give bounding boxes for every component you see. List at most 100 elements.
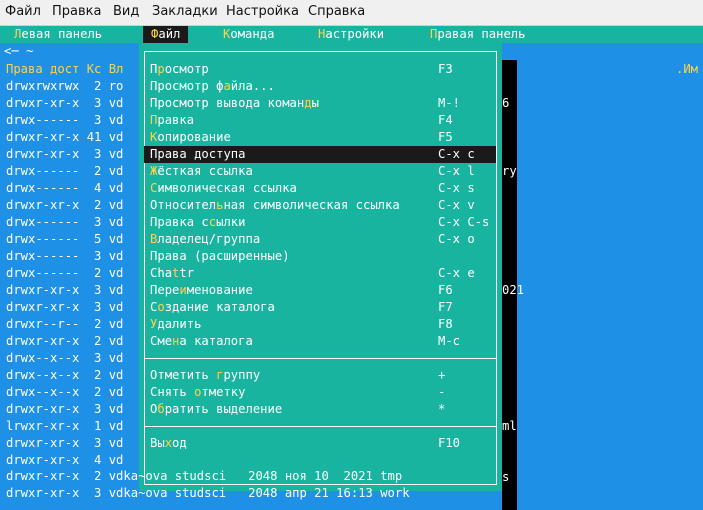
file-row[interactable]: drwxr-xr-x 3 vd — [6, 146, 123, 163]
app-menubar: Файл Правка Вид Закладки Настройка Справ… — [0, 0, 703, 26]
file-menu-item-label: Отметить группу — [150, 368, 261, 382]
file-row[interactable]: drwx------ 2 vd — [6, 163, 123, 180]
file-menu-item-label: Относительная символическая ссылка — [150, 198, 400, 212]
panel-header: Права дост Кс Вл — [6, 62, 124, 76]
panel-path: <─ ~ — [4, 44, 34, 58]
file-menu-item-label: Снять отметку — [150, 385, 246, 399]
file-menu-item-shortcut: C-x e — [438, 266, 475, 280]
file-menu-item-shortcut: C-x c — [438, 147, 475, 161]
file-menu-item[interactable]: Просмотр вывода команды M-! — [144, 95, 496, 112]
terminal: Левая панель Файл Команда Настройки Прав… — [0, 26, 703, 510]
file-menu-item-label: Правка ссылки — [150, 215, 246, 229]
file-menu-item-label: Просмотр — [150, 62, 209, 76]
file-menu-item-label: Права (расширенные) — [150, 249, 290, 263]
file-row[interactable]: drwxr-xr-x 3 vd — [6, 401, 123, 418]
app-menu-edit[interactable]: Правка — [52, 4, 101, 19]
file-menu-item-label: Просмотр файла... — [150, 79, 275, 93]
file-row[interactable]: drwxr-xr-x 3 vd — [6, 299, 123, 316]
file-row[interactable]: drwx--x--x 2 vd — [6, 367, 123, 384]
file-menu-item-label: Переименование — [150, 283, 253, 297]
file-row[interactable]: lrwxr-xr-x 1 vd — [6, 418, 123, 435]
file-row[interactable]: drwxr-xr-x 3 vd — [6, 282, 123, 299]
file-menu-item-shortcut: M-c — [438, 334, 461, 348]
file-menu-item-shortcut: C-x s — [438, 181, 475, 195]
file-row[interactable]: drwxr-xr-x 3 vdka~ova studsci 2048 апр 2… — [6, 485, 410, 502]
file-menu-item[interactable]: Относительная символическая ссылка C-x v — [144, 197, 496, 214]
app-menu-settings[interactable]: Настройка — [226, 4, 299, 19]
file-row[interactable]: drwx------ 2 vd — [6, 265, 123, 282]
right-panel-fragment: 6 — [502, 96, 510, 110]
file-menu-item-label: Правка — [150, 113, 195, 127]
file-row[interactable]: drwxr--r-- 2 vd — [6, 316, 123, 333]
file-menu-item[interactable]: Копирование F5 — [144, 129, 496, 146]
right-panel-fragment: 021 — [502, 283, 525, 297]
file-menu-item-shortcut: F8 — [438, 317, 453, 331]
file-menu-item[interactable]: Chattr C-x e — [144, 265, 496, 282]
file-row[interactable]: drwx------ 3 vd — [6, 112, 123, 129]
mc-menu-file[interactable]: Файл — [143, 26, 189, 43]
file-menu-item[interactable]: Переименование F6 — [144, 282, 496, 299]
file-menu-item-label: Права доступа — [150, 147, 246, 161]
file-menu-item-label: Жёсткая ссылка — [150, 164, 253, 178]
mc-menu-settings[interactable]: Настройки — [318, 26, 384, 43]
file-row[interactable]: drwx------ 4 vd — [6, 180, 123, 197]
file-row[interactable]: drwxr-xr-x 3 vd — [6, 95, 123, 112]
right-panel-fragment: ml — [502, 419, 517, 433]
mc-menu-right-panel[interactable]: Правая панель — [430, 26, 525, 43]
file-menu-item[interactable]: Просмотр файла... — [144, 78, 496, 95]
file-row[interactable]: drwx------ 3 vd — [6, 248, 123, 265]
file-menu-item-label: Обратить выделение — [150, 402, 283, 416]
file-menu-item-shortcut: F10 — [438, 436, 461, 450]
file-row[interactable]: drwx--x--x 3 vd — [6, 350, 123, 367]
file-row[interactable]: drwxrwxrwx 2 ro — [6, 78, 123, 95]
file-menu-item[interactable]: Права доступа C-x c — [144, 146, 496, 163]
file-row[interactable]: drwxr-xr-x 2 vdka~ova studsci 2048 ноя 1… — [6, 468, 402, 485]
app-menu-bookmarks[interactable]: Закладки — [152, 4, 218, 19]
file-menu-item-label: Просмотр вывода команды — [150, 96, 319, 110]
file-menu-item-shortcut: M-! — [438, 96, 461, 110]
mc-menu-left-panel[interactable]: Левая панель — [14, 26, 102, 43]
file-menu-item-shortcut: C-x v — [438, 198, 475, 212]
file-row[interactable]: drwxr-xr-x 2 vd — [6, 333, 123, 350]
file-menu-item-label: Символическая ссылка — [150, 181, 297, 195]
file-menu-item-shortcut: F3 — [438, 62, 453, 76]
file-menu-item-label: Chattr — [150, 266, 195, 280]
app-menu-help[interactable]: Справка — [308, 4, 365, 19]
file-row[interactable]: drwx------ 5 vd — [6, 231, 123, 248]
file-row[interactable]: drwxr-xr-x 3 vd — [6, 435, 123, 452]
file-menu-item-shortcut: C-x C-s — [438, 215, 490, 229]
file-menu-item[interactable]: Обратить выделение * — [144, 401, 496, 418]
app-menu-file[interactable]: Файл — [5, 4, 41, 19]
file-row[interactable]: drwxr-xr-x 41 vd — [6, 129, 123, 146]
file-menu-item[interactable]: Снять отметку - — [144, 384, 496, 401]
file-row[interactable]: drwx------ 3 vd — [6, 214, 123, 231]
file-menu-item-label: Удалить — [150, 317, 202, 331]
file-row[interactable]: drwxr-xr-x 2 vd — [6, 197, 123, 214]
file-menu: Просмотр F3 Просмотр файла... Просмотр выво… — [139, 43, 502, 491]
file-menu-item-shortcut: + — [438, 368, 446, 382]
file-menu-item[interactable]: Владелец/группа C-x o — [144, 231, 496, 248]
file-menu-item[interactable]: Правка ссылки C-x C-s — [144, 214, 496, 231]
file-menu-item[interactable]: Удалить F8 — [144, 316, 496, 333]
file-menu-item-shortcut: F5 — [438, 130, 453, 144]
file-menu-item[interactable]: Права (расширенные) — [144, 248, 496, 265]
file-menu-item[interactable]: Правка F4 — [144, 112, 496, 129]
file-menu-item-label: Копирование — [150, 130, 231, 144]
file-menu-item[interactable]: Просмотр F3 — [144, 61, 496, 78]
file-menu-item-label: Смена каталога — [150, 334, 253, 348]
file-menu-item[interactable]: Смена каталога M-c — [144, 333, 496, 350]
file-menu-item-shortcut: * — [438, 402, 446, 416]
file-menu-item[interactable]: Создание каталога F7 — [144, 299, 496, 316]
file-row[interactable]: drwxr-xr-x 4 vd — [6, 452, 123, 469]
file-menu-item[interactable]: Выход F10 — [144, 435, 496, 452]
file-menu-item[interactable]: Жёсткая ссылка C-x l — [144, 163, 496, 180]
file-row[interactable]: drwx--x--x 2 vd — [6, 384, 123, 401]
mc-menu-command[interactable]: Команда — [223, 26, 274, 43]
file-menu-item-shortcut: - — [438, 385, 446, 399]
app-menu-view[interactable]: Вид — [113, 4, 139, 19]
file-menu-item-label: Создание каталога — [150, 300, 275, 314]
file-menu-item[interactable]: Символическая ссылка C-x s — [144, 180, 496, 197]
file-menu-item-shortcut: C-x l — [438, 164, 475, 178]
file-menu-separator — [144, 358, 497, 359]
file-menu-item[interactable]: Отметить группу + — [144, 367, 496, 384]
